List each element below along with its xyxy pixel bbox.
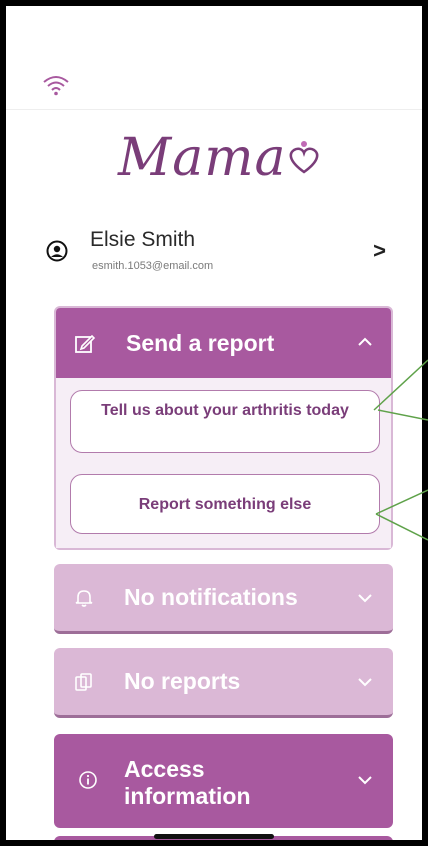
chevron-right-icon[interactable]: > xyxy=(373,238,386,264)
notifications-label: No notifications xyxy=(124,584,298,610)
info-icon xyxy=(79,771,97,789)
user-avatar-icon xyxy=(46,240,68,262)
send-report-options: Tell us about your arthritis today Repor… xyxy=(56,378,391,548)
access-information-panel[interactable]: Access information xyxy=(54,734,393,828)
reports-panel[interactable]: No reports xyxy=(54,648,393,718)
heart-icon xyxy=(289,141,319,174)
chevron-down-icon xyxy=(358,594,372,603)
arthritis-report-button[interactable]: Tell us about your arthritis today xyxy=(70,390,380,453)
profile-name: Elsie Smith xyxy=(90,228,196,251)
profile-row[interactable]: Elsie Smith esmith.1053@email.com > xyxy=(46,224,386,284)
chevron-down-icon xyxy=(358,776,372,785)
send-report-label: Send a report xyxy=(126,330,275,356)
status-bar xyxy=(6,6,422,110)
other-report-button[interactable]: Report something else xyxy=(70,474,380,534)
chevron-up-icon xyxy=(358,337,372,346)
edit-icon xyxy=(75,334,96,353)
profile-email: esmith.1053@email.com xyxy=(92,260,214,272)
send-report-header[interactable]: Send a report xyxy=(56,308,391,378)
bell-icon xyxy=(75,590,93,607)
send-report-panel: Send a report Tell us about your arthrit… xyxy=(54,306,393,550)
home-indicator[interactable] xyxy=(154,834,274,839)
access-information-label: Access information xyxy=(124,756,251,809)
wifi-icon xyxy=(43,76,69,96)
chevron-down-icon xyxy=(358,678,372,687)
reports-label: No reports xyxy=(124,668,241,694)
logo-text: Mama xyxy=(118,128,287,188)
notifications-panel[interactable]: No notifications xyxy=(54,564,393,634)
app-logo: Mama xyxy=(106,124,336,214)
documents-icon xyxy=(75,673,92,691)
phone-screen: Mama Elsie Smith esmith.1053@email.com >… xyxy=(6,6,422,840)
